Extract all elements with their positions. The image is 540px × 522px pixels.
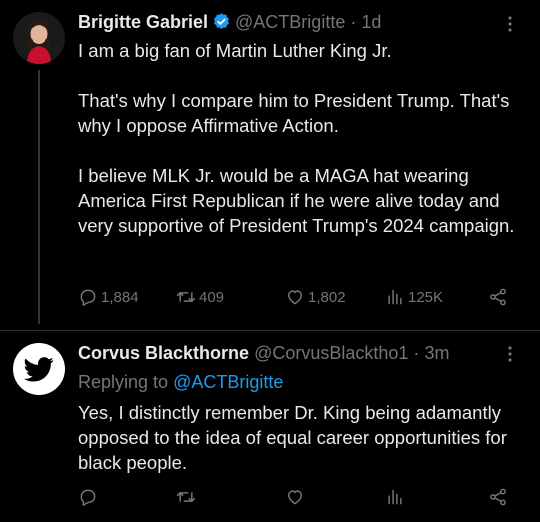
tweet-text: I am a big fan of Martin Luther King Jr.… xyxy=(78,38,523,238)
verified-badge-icon xyxy=(212,12,231,36)
heart-icon xyxy=(288,490,302,505)
avatar-portrait-icon xyxy=(13,12,65,64)
timestamp[interactable]: 1d xyxy=(361,12,381,32)
more-icon[interactable] xyxy=(500,14,520,34)
view-count: 125K xyxy=(408,288,444,306)
retweet-button[interactable]: 409 xyxy=(176,287,224,307)
tweet-paragraph: I am a big fan of Martin Luther King Jr. xyxy=(78,40,392,61)
tweet-actions xyxy=(78,487,518,511)
avatar[interactable] xyxy=(13,343,65,395)
author-name[interactable]: Brigitte Gabriel xyxy=(78,12,208,32)
retweet-icon xyxy=(176,492,196,502)
like-button[interactable] xyxy=(285,487,305,507)
replying-to: Replying to @ACTBrigitte xyxy=(78,370,283,394)
share-icon xyxy=(490,488,506,506)
thread-line xyxy=(38,70,40,324)
timestamp[interactable]: 3m xyxy=(424,343,449,363)
retweet-count: 409 xyxy=(199,288,225,306)
more-icon[interactable] xyxy=(500,344,520,364)
retweet-icon xyxy=(176,292,196,302)
heart-icon xyxy=(288,290,302,305)
like-count: 1,802 xyxy=(308,288,346,306)
share-button[interactable] xyxy=(488,487,508,507)
tweet-brigitte[interactable]: Brigitte Gabriel @ACTBrigitte · 1d I am a… xyxy=(0,0,540,330)
views-button[interactable]: 125K xyxy=(385,287,443,307)
like-button[interactable]: 1,802 xyxy=(285,287,346,307)
share-button[interactable] xyxy=(488,287,508,307)
views-icon xyxy=(388,489,402,505)
separator: · xyxy=(413,343,420,363)
views-icon xyxy=(388,289,402,305)
retweet-button[interactable] xyxy=(176,487,196,507)
bird-icon xyxy=(24,357,54,382)
tweet-paragraph: That's why I compare him to President Tr… xyxy=(78,90,510,136)
tweet-header: Brigitte Gabriel @ACTBrigitte · 1d xyxy=(78,11,381,36)
author-name[interactable]: Corvus Blackthorne xyxy=(78,343,249,363)
separator: · xyxy=(350,12,357,32)
reply-button[interactable]: 1,884 xyxy=(78,287,139,307)
replying-prefix: Replying to xyxy=(78,372,169,392)
avatar[interactable] xyxy=(13,12,65,64)
reply-button[interactable] xyxy=(78,487,98,507)
tweet-header: Corvus Blackthorne @CorvusBlacktho1 · 3m xyxy=(78,342,449,364)
tweet-text: Yes, I distinctly remember Dr. King bein… xyxy=(78,402,507,473)
author-handle[interactable]: @CorvusBlacktho1 xyxy=(254,343,408,363)
reply-count: 1,884 xyxy=(101,288,139,306)
reply-icon xyxy=(80,289,96,306)
share-icon xyxy=(490,288,506,306)
views-button[interactable] xyxy=(385,487,405,507)
reply-icon xyxy=(80,489,96,506)
tweet-paragraph: I believe MLK Jr. would be a MAGA hat we… xyxy=(78,165,515,236)
tweet-actions: 1,884 409 1,802 125K xyxy=(78,287,518,311)
author-handle[interactable]: @ACTBrigitte xyxy=(235,12,345,32)
replying-to-link[interactable]: @ACTBrigitte xyxy=(173,372,283,392)
